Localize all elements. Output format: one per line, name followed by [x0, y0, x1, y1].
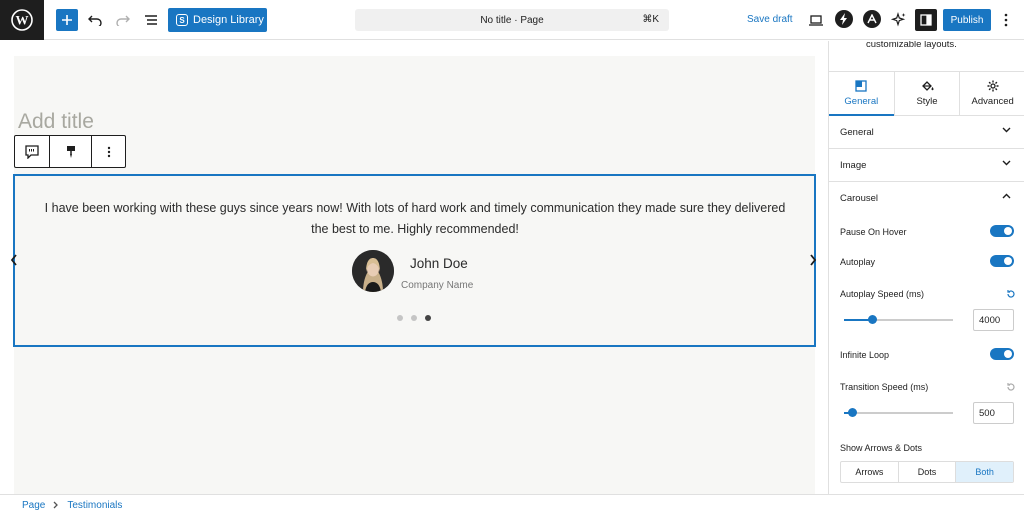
add-block-button[interactable] — [56, 9, 78, 31]
carousel-next-arrow[interactable] — [809, 254, 817, 269]
author-name[interactable]: John Doe — [410, 256, 468, 271]
sidebar-icon — [920, 14, 932, 26]
chevron-down-icon — [1002, 160, 1011, 166]
infinite-loop-toggle[interactable] — [990, 348, 1014, 360]
transition-speed-label: Transition Speed (ms) — [840, 382, 929, 392]
preview-button[interactable] — [806, 10, 826, 30]
redo-icon — [116, 15, 130, 26]
undo-icon — [88, 15, 102, 26]
autoplay-speed-slider[interactable] — [844, 315, 953, 324]
section-carousel[interactable]: Carousel — [829, 182, 1024, 215]
document-overview-button[interactable] — [141, 10, 161, 30]
editor-top-bar: W S Design Library No title · Page ⌘K Sa… — [0, 0, 1024, 40]
post-title-placeholder[interactable]: Add title — [18, 110, 94, 134]
document-title: No title · Page — [480, 14, 544, 26]
show-arrows-dots-label: Show Arrows & Dots — [840, 443, 923, 453]
options-menu-button[interactable] — [999, 10, 1013, 30]
desktop-preview-icon — [809, 14, 823, 26]
ai-assistant-button[interactable] — [889, 10, 909, 30]
autoplay-toggle[interactable] — [990, 255, 1014, 267]
lightning-icon — [840, 13, 847, 25]
chevron-down-icon — [1002, 127, 1011, 133]
carousel-dot-3[interactable] — [425, 315, 431, 321]
save-draft-button[interactable]: Save draft — [747, 14, 793, 25]
chevron-right-icon — [53, 501, 59, 509]
chevron-up-icon — [1002, 193, 1011, 199]
autoplay-label: Autoplay — [840, 257, 876, 267]
redo-button[interactable] — [113, 10, 133, 30]
arrows-dots-segmented-control: Arrows Dots Both — [840, 461, 1014, 483]
command-shortcut: ⌘K — [642, 14, 659, 25]
tab-general-label: General — [844, 96, 879, 107]
section-image[interactable]: Image — [829, 149, 1024, 182]
testimonial-block-icon — [25, 144, 39, 159]
tab-style-label: Style — [916, 96, 938, 107]
publish-button[interactable]: Publish — [943, 9, 991, 31]
testimonial-carousel-block[interactable]: I have been working with these guys sinc… — [10, 174, 817, 347]
infinite-loop-label: Infinite Loop — [840, 350, 890, 360]
section-carousel-label: Carousel — [840, 193, 879, 204]
settings-tabs: General Style Advanced — [829, 71, 1024, 116]
reset-icon[interactable] — [1006, 382, 1016, 392]
tab-advanced[interactable]: Advanced — [960, 72, 1024, 115]
author-avatar — [352, 250, 394, 292]
tab-style[interactable]: Style — [895, 72, 961, 115]
carousel-dot-1[interactable] — [397, 315, 403, 321]
tab-general[interactable]: General — [829, 72, 895, 116]
transition-speed-input[interactable]: 500 — [973, 402, 1014, 424]
transition-speed-slider-thumb[interactable] — [848, 408, 857, 417]
tab-advanced-label: Advanced — [971, 96, 1014, 107]
section-general[interactable]: General — [829, 116, 1024, 149]
breadcrumb-page[interactable]: Page — [22, 500, 45, 511]
paint-brush-icon — [66, 145, 75, 158]
style-copy-button[interactable] — [50, 136, 92, 167]
section-general-label: General — [840, 126, 874, 138]
design-library-button[interactable]: S Design Library — [168, 8, 267, 32]
plus-icon — [62, 15, 72, 25]
option-dots[interactable]: Dots — [899, 462, 957, 482]
block-toolbar — [14, 135, 126, 168]
carousel-dot-2[interactable] — [411, 315, 417, 321]
block-description: customizable layouts. — [866, 41, 957, 50]
breadcrumb-testimonials[interactable]: Testimonials — [67, 500, 122, 511]
section-image-label: Image — [840, 159, 867, 171]
pause-on-hover-toggle[interactable] — [990, 225, 1014, 237]
wordpress-icon: W — [11, 9, 33, 31]
author-company[interactable]: Company Name — [401, 280, 473, 291]
block-options-button[interactable] — [92, 136, 125, 167]
a-logo-icon — [867, 14, 877, 24]
general-icon — [855, 80, 867, 92]
performance-button[interactable] — [835, 10, 853, 28]
gear-icon — [987, 80, 999, 92]
autoplay-speed-slider-thumb[interactable] — [868, 315, 877, 324]
block-breadcrumb: Page Testimonials — [0, 494, 1024, 515]
reset-icon[interactable] — [1006, 289, 1016, 299]
transition-speed-slider[interactable] — [844, 408, 953, 417]
option-both[interactable]: Both — [956, 462, 1014, 482]
command-palette-bar[interactable]: No title · Page ⌘K — [355, 9, 669, 31]
list-view-icon — [145, 15, 157, 25]
autoplay-speed-input[interactable]: 4000 — [973, 309, 1014, 331]
chevron-left-icon — [10, 254, 17, 266]
pause-on-hover-label: Pause On Hover — [840, 227, 907, 237]
paint-bucket-icon — [921, 81, 933, 91]
settings-sidebar-toggle[interactable] — [915, 9, 937, 31]
testimonial-quote[interactable]: I have been working with these guys sinc… — [35, 198, 795, 240]
design-library-label: Design Library — [193, 14, 264, 26]
wordpress-logo-button[interactable]: W — [0, 0, 44, 40]
autoplay-speed-label: Autoplay Speed (ms) — [840, 289, 925, 299]
stackable-icon: S — [176, 14, 188, 26]
undo-button[interactable] — [85, 10, 105, 30]
carousel-prev-arrow[interactable] — [10, 254, 18, 269]
svg-text:W: W — [16, 13, 29, 28]
option-arrows[interactable]: Arrows — [841, 462, 899, 482]
chevron-right-icon — [810, 254, 817, 266]
plugin-button[interactable] — [863, 10, 881, 28]
more-vertical-icon — [1004, 13, 1008, 27]
carousel-dots — [397, 315, 431, 321]
block-type-button[interactable] — [15, 136, 50, 167]
more-vertical-icon — [107, 146, 110, 157]
block-settings-panel: customizable layouts. General Style Adva… — [828, 41, 1024, 494]
sparkle-icon — [891, 12, 906, 27]
